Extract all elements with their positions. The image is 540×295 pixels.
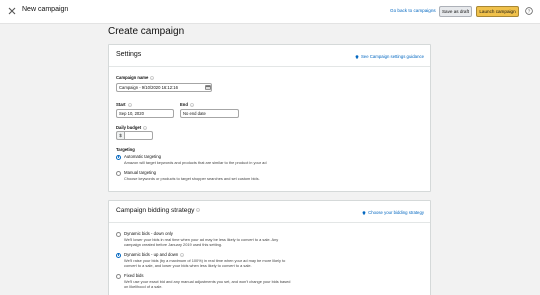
info-icon[interactable] — [143, 125, 147, 130]
info-icon[interactable] — [150, 75, 155, 80]
page-title: Create campaign — [108, 26, 185, 37]
launch-campaign-button[interactable]: Launch campaign — [476, 6, 519, 17]
settings-card: Settings See Campaign settings guidance … — [108, 44, 431, 192]
settings-guidance-link[interactable]: See Campaign settings guidance — [355, 54, 424, 59]
settings-title: Settings — [116, 51, 142, 58]
up-down-title-row: Dynamic bids - up and down — [124, 252, 285, 257]
choose-bidding-strategy-link[interactable]: Choose your bidding strategy — [362, 210, 424, 215]
help-icon[interactable]: ? — [525, 7, 533, 15]
svg-text:?: ? — [528, 9, 531, 15]
settings-guidance-label: See Campaign settings guidance — [360, 54, 424, 59]
manual-targeting-text: Manual targeting Choose keywords or prod… — [124, 170, 260, 181]
down-only-desc-line2: campaign created before January 2019 use… — [124, 242, 222, 248]
targeting-label: Targeting — [116, 147, 135, 152]
end-date-input[interactable]: No end date — [180, 109, 239, 118]
manual-targeting-radio[interactable] — [116, 170, 121, 176]
automatic-targeting-title: Automatic targeting — [124, 154, 162, 159]
end-label-text: End — [180, 102, 188, 107]
fixed-bids-text: Fixed bids We'll use your exact bid and … — [124, 273, 290, 290]
choose-bidding-strategy-label: Choose your bidding strategy — [368, 210, 424, 215]
targeting-option-automatic[interactable]: Automatic targeting Amazon will target k… — [116, 154, 267, 165]
bidding-title-text: Campaign bidding strategy — [116, 207, 195, 214]
daily-budget-input[interactable] — [124, 131, 153, 140]
campaign-name-input[interactable]: Campaign - 9/10/2020 16:12:16 — [116, 83, 212, 92]
up-down-title: Dynamic bids - up and down — [124, 252, 179, 257]
page-heading: New campaign — [22, 6, 69, 13]
manual-targeting-desc: Choose keywords or products to target sh… — [124, 176, 260, 181]
info-icon[interactable] — [180, 252, 185, 257]
top-bar: New campaign Go back to campaigns Save a… — [0, 0, 540, 24]
down-only-title: Dynamic bids - down only — [124, 231, 173, 236]
fixed-bids-desc: We'll use your exact bid and any manual … — [124, 279, 290, 290]
fixed-bids-desc-line2: on likelihood of a sale. — [124, 284, 163, 290]
fixed-bids-title: Fixed bids — [124, 273, 144, 278]
bidding-strategy-card: Campaign bidding strategy Choose your bi… — [108, 200, 431, 295]
down-only-radio[interactable] — [116, 231, 121, 237]
currency-prefix: $ — [116, 131, 124, 140]
lightbulb-icon — [362, 210, 366, 215]
fixed-bids-radio[interactable] — [116, 273, 121, 279]
bidding-header: Campaign bidding strategy Choose your bi… — [109, 201, 430, 223]
up-down-desc-line2: convert to a sale, and lower your bids w… — [124, 263, 252, 269]
info-icon[interactable] — [190, 102, 194, 107]
bidding-option-fixed[interactable]: Fixed bids We'll use your exact bid and … — [116, 273, 290, 290]
save-draft-button[interactable]: Save as draft — [439, 6, 472, 17]
targeting-option-manual[interactable]: Manual targeting Choose keywords or prod… — [116, 170, 260, 181]
daily-budget-label: Daily budget — [116, 125, 147, 130]
start-label-text: Start — [116, 102, 126, 107]
campaign-name-label-text: Campaign name — [116, 75, 149, 80]
automatic-targeting-text: Automatic targeting Amazon will target k… — [124, 154, 267, 165]
back-to-campaigns-link[interactable]: Go back to campaigns — [390, 8, 436, 13]
end-label: End — [180, 102, 194, 107]
start-label: Start — [116, 102, 132, 107]
start-date-input[interactable]: Sep 10, 2020 — [116, 109, 174, 118]
close-icon[interactable] — [7, 6, 17, 16]
down-only-desc: We'll lower your bids in real time when … — [124, 237, 278, 248]
bidding-option-down-only[interactable]: Dynamic bids - down only We'll lower you… — [116, 231, 278, 248]
up-down-text: Dynamic bids - up and down We'll raise y… — [124, 252, 285, 269]
campaign-name-label: Campaign name — [116, 75, 155, 80]
bidding-option-up-down[interactable]: Dynamic bids - up and down We'll raise y… — [116, 252, 285, 269]
lightbulb-icon — [355, 54, 359, 59]
up-down-radio[interactable] — [116, 252, 121, 258]
info-icon[interactable] — [196, 208, 201, 213]
info-icon[interactable] — [127, 102, 132, 107]
settings-header: Settings See Campaign settings guidance — [109, 45, 430, 67]
daily-budget-label-text: Daily budget — [116, 125, 142, 130]
calendar-icon[interactable] — [205, 85, 211, 90]
automatic-targeting-radio[interactable] — [116, 154, 121, 160]
bidding-title: Campaign bidding strategy — [116, 207, 201, 214]
automatic-targeting-desc: Amazon will target keywords and products… — [124, 160, 267, 165]
up-down-desc: We'll raise your bids (by a maximum of 1… — [124, 258, 285, 269]
down-only-text: Dynamic bids - down only We'll lower you… — [124, 231, 278, 248]
manual-targeting-title: Manual targeting — [124, 170, 157, 175]
